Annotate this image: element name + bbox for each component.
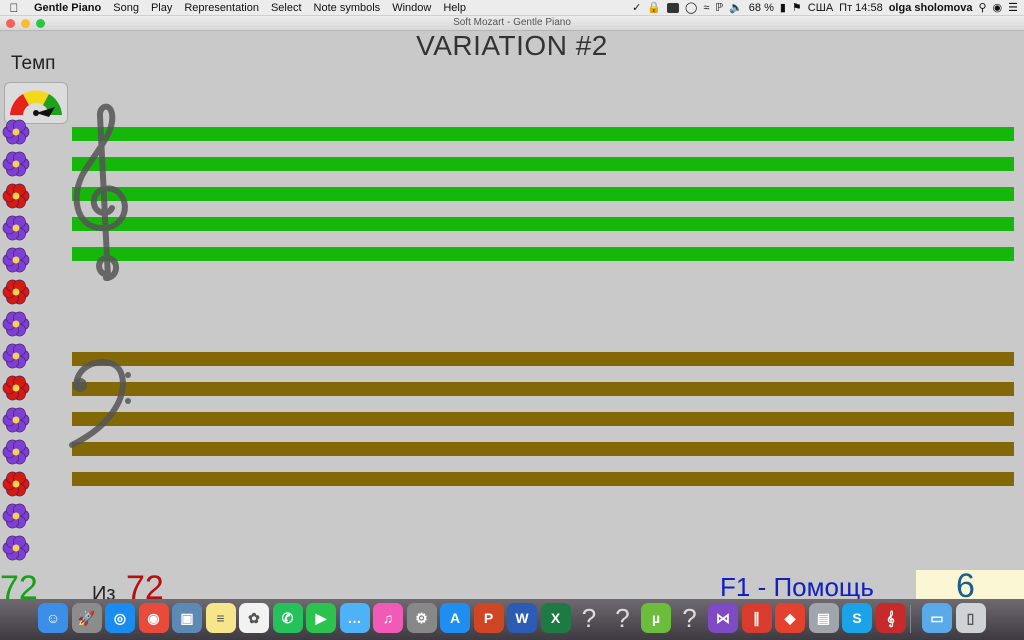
itunes-icon[interactable]: ♫ (373, 603, 403, 633)
input-source-label[interactable]: США (808, 2, 833, 14)
menu-window[interactable]: Window (386, 2, 437, 14)
flower-icon (2, 311, 30, 337)
tempo-label: Темп (11, 53, 56, 74)
treble-staff-line (72, 157, 1014, 171)
bass-clef-icon (69, 359, 131, 448)
treble-staff-line (72, 247, 1014, 261)
flower-icon (2, 279, 30, 305)
flower-icon (2, 471, 30, 497)
app-store-icon[interactable]: A (440, 603, 470, 633)
menu-representation[interactable]: Representation (178, 2, 265, 14)
score-box: 6 (916, 567, 1024, 605)
flower-icon (2, 375, 30, 401)
menu-select[interactable]: Select (265, 2, 308, 14)
skype-icon[interactable]: S (842, 603, 872, 633)
flower-icon (2, 215, 30, 241)
excel-icon[interactable]: X (540, 603, 571, 633)
parallels-icon[interactable]: ∥ (741, 603, 772, 633)
treble-staff-line (72, 217, 1014, 231)
window-title-bar: Soft Mozart - Gentle Piano (0, 16, 1024, 31)
finder-icon[interactable]: ☺ (38, 603, 68, 633)
flower-icon (2, 343, 30, 369)
unknown-app-icon[interactable]: ? (608, 603, 638, 633)
flower-icon (2, 407, 30, 433)
whatsapp-icon[interactable]: ✆ (272, 603, 303, 633)
treble-clef-icon (73, 103, 128, 281)
status-check-icon[interactable]: ✓ (632, 1, 641, 14)
user-name[interactable]: olga sholomova (889, 2, 973, 14)
bluetooth-icon[interactable]: ℙ (715, 1, 723, 14)
flower-icon (2, 503, 30, 529)
flower-icon (2, 535, 30, 561)
variation-title: VARIATION #2 (416, 30, 608, 61)
word-icon[interactable]: W (507, 603, 537, 633)
menu-note-symbols[interactable]: Note symbols (308, 2, 387, 14)
siri-icon[interactable]: ◉ (993, 1, 1003, 14)
visual-studio-icon[interactable]: ⋈ (708, 603, 738, 633)
trash-icon[interactable]: ▯ (955, 603, 986, 633)
treble-staff-line (72, 127, 1014, 141)
bass-staff-line (72, 382, 1014, 396)
menu-song[interactable]: Song (107, 2, 145, 14)
messages-icon[interactable]: … (339, 603, 370, 633)
flower-icon (2, 183, 30, 209)
lock-icon[interactable]: 🔒 (647, 1, 661, 14)
dock: ☺ 🚀 ◎ ◉ ▣ ≡ ✿ ✆ ▶… ♫ ⚙ A P W X?? µ? ⋈ ∥ ◆ ▤ S 𝄞 ▭ ▯ (0, 599, 1024, 640)
notification-center-icon[interactable]: ☰ (1008, 1, 1018, 14)
text-input-icon[interactable] (667, 2, 679, 13)
speedometer-icon (10, 90, 62, 117)
flower-icon (2, 247, 30, 273)
gentle-piano-icon[interactable]: 𝄞 (875, 603, 906, 633)
unknown-app-icon[interactable]: ? (574, 603, 604, 633)
battery-percent[interactable]: 68 % (749, 2, 774, 14)
facetime-icon[interactable]: ▶ (306, 603, 336, 633)
menu-app-name[interactable]: Gentle Piano (28, 2, 107, 14)
bass-staff-line (72, 352, 1014, 366)
flower-column (0, 118, 32, 568)
menu-help[interactable]: Help (437, 2, 472, 14)
powerpoint-icon[interactable]: P (473, 603, 504, 633)
window-title: Soft Mozart - Gentle Piano (453, 17, 571, 28)
menu-play[interactable]: Play (145, 2, 178, 14)
clock[interactable]: Пт 14:58 (839, 2, 883, 14)
battery-icon[interactable]: ▮ (780, 1, 786, 14)
bass-staff-line (72, 442, 1014, 456)
flower-icon (2, 151, 30, 177)
gentle-piano-window:  Gentle Piano Song Play Representation … (0, 0, 1024, 640)
preview-icon[interactable]: ▣ (172, 603, 202, 633)
wifi-icon[interactable]: ≈ (703, 2, 709, 14)
status-area: ✓ 🔒 ◯ ≈ ℙ 🔈 68 % ▮ ⚑ США Пт 14:58 olga s… (632, 1, 1024, 15)
menu-bar:  Gentle Piano Song Play Representation … (0, 0, 1024, 16)
unknown-app-icon[interactable]: ? (675, 603, 705, 633)
dock-separator (910, 605, 911, 633)
downloads-folder-icon[interactable]: ▭ (922, 603, 952, 633)
flower-icon (2, 439, 30, 465)
chrome-icon[interactable]: ◉ (138, 603, 169, 633)
flower-icon (2, 119, 30, 145)
spotlight-search-icon[interactable]: ⚲ (978, 1, 986, 14)
anydesk-icon[interactable]: ◆ (775, 603, 805, 633)
notes-icon[interactable]: ≡ (205, 603, 236, 633)
image-capture-icon[interactable]: ▤ (808, 603, 839, 633)
bass-staff-line (72, 472, 1014, 486)
volume-icon[interactable]: 🔈 (729, 1, 743, 14)
photos-icon[interactable]: ✿ (239, 603, 269, 633)
treble-staff-line (72, 187, 1014, 201)
toggle-icon[interactable]: ◯ (685, 1, 697, 14)
launchpad-icon[interactable]: 🚀 (71, 603, 102, 633)
flag-icon[interactable]: ⚑ (792, 1, 802, 14)
apple-menu-icon[interactable]:  (0, 1, 28, 15)
bass-staff-line (72, 412, 1014, 426)
safari-icon[interactable]: ◎ (105, 603, 135, 633)
system-preferences-icon[interactable]: ⚙ (406, 603, 437, 633)
utorrent-icon[interactable]: µ (641, 603, 671, 633)
